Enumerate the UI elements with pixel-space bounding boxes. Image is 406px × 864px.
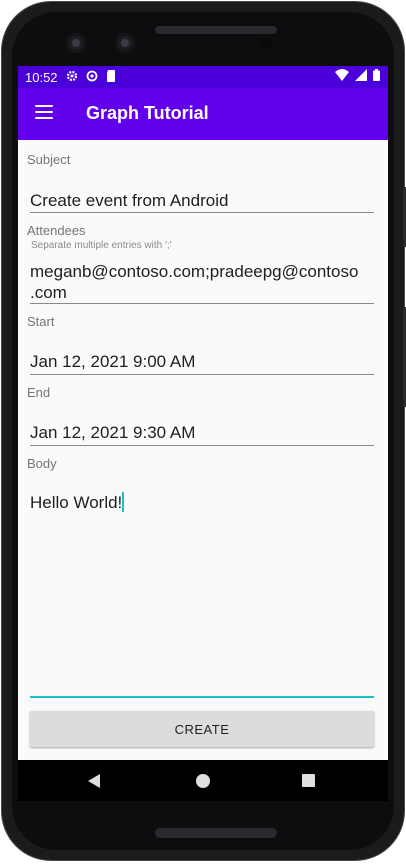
status-time: 10:52 [25,69,58,85]
status-bar: 10:52 [18,66,388,88]
body-text: Hello World! [30,493,123,512]
bottom-speaker [155,828,277,838]
create-button[interactable]: CREATE [30,711,374,747]
screen: 10:52 Graph Tutorial Subject Create even… [18,66,388,801]
subject-label: Subject [27,152,71,167]
attendees-input[interactable]: meganb@contoso.com;pradeepg@contoso .com [30,261,374,303]
app-title: Graph Tutorial [86,103,209,123]
home-icon[interactable] [196,774,210,788]
back-icon[interactable] [88,774,100,788]
attendees-label: Attendees [27,223,86,238]
cell-signal-icon [355,69,367,84]
attendees-underline [30,303,374,304]
front-camera-icon [115,33,135,53]
attendees-line-1: meganb@contoso.com;pradeepg@contoso [30,262,359,281]
front-camera-icon [66,33,86,53]
start-label: Start [27,314,55,329]
attendees-line-2: .com [30,283,67,302]
menu-icon[interactable] [35,105,53,119]
body-underline [30,696,374,698]
end-underline [30,445,374,446]
sim-card-icon [106,69,116,85]
subject-input[interactable]: Create event from Android [30,190,374,211]
recent-apps-icon[interactable] [302,774,315,787]
earpiece-speaker [155,26,277,34]
attendees-hint: Separate multiple entries with ';' [31,240,172,251]
settings-gear-icon [66,70,78,85]
body-label: Body [27,456,57,471]
start-underline [30,374,374,375]
status-icons [335,69,380,84]
body-input[interactable]: Hello World! [30,492,374,513]
end-label: End [27,385,51,400]
end-input[interactable]: Jan 12, 2021 9:30 AM [30,422,374,443]
app-bar: Graph Tutorial [18,88,388,140]
subject-underline [30,212,374,213]
navigation-bar [18,760,388,801]
wifi-icon [335,69,349,84]
battery-icon [373,69,380,84]
data-saver-icon [86,70,98,85]
text-cursor [122,492,125,512]
start-input[interactable]: Jan 12, 2021 9:00 AM [30,351,374,372]
proximity-sensor [261,37,273,49]
